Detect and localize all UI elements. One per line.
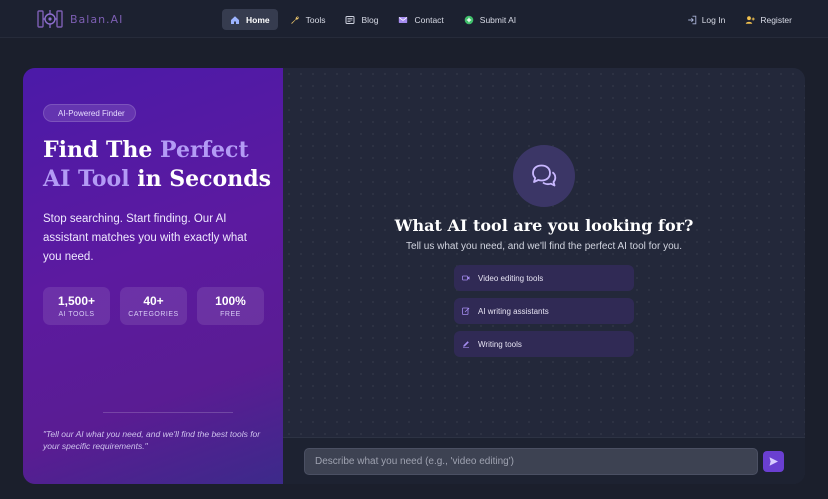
envelope-icon — [399, 16, 408, 23]
nav-tools[interactable]: Tools — [282, 9, 334, 30]
nav-submit-ai-label: Submit AI — [479, 14, 517, 25]
plus-circle-icon — [464, 15, 474, 24]
chat-bubbles-icon — [513, 145, 575, 207]
edit-icon — [462, 307, 470, 315]
suggestion-list: Video editing tools AI writing assistant… — [454, 265, 634, 364]
wrench-icon — [290, 15, 299, 24]
describe-input[interactable] — [304, 448, 758, 475]
finder-title: What AI tool are you looking for? — [394, 216, 694, 235]
chat-panel: What AI tool are you looking for? Tell u… — [283, 68, 805, 484]
nav-contact[interactable]: Contact — [390, 9, 451, 30]
send-button[interactable] — [763, 451, 784, 472]
stat-label: FREE — [220, 311, 241, 318]
headline-part1: Find The — [43, 137, 161, 163]
nav-home-label: Home — [246, 14, 270, 25]
nav-blog-label: Blog — [361, 14, 379, 25]
hero-quote: "Tell our AI what you need, and we'll fi… — [43, 429, 261, 451]
navbar: Balan.AI Home Tools Blog Contact Submit … — [0, 0, 828, 38]
brain-circuit-icon — [37, 10, 63, 28]
nav-home[interactable]: Home — [222, 9, 278, 30]
stat-ai-tools: 1,500+ AI TOOLS — [43, 287, 110, 325]
ai-powered-badge: AI-Powered Finder — [43, 104, 136, 122]
user-plus-icon — [746, 15, 756, 24]
home-icon — [231, 15, 239, 24]
stat-value: 100% — [215, 294, 246, 308]
login-link[interactable]: Log In — [687, 9, 726, 30]
divider — [103, 412, 233, 413]
newspaper-icon — [345, 15, 355, 24]
stat-free: 100% FREE — [197, 287, 264, 325]
hero-panel: AI-Powered Finder Find The Perfect AI To… — [23, 68, 283, 484]
stats-row: 1,500+ AI TOOLS 40+ CATEGORIES 100% FREE — [43, 287, 274, 325]
stat-label: CATEGORIES — [128, 311, 179, 318]
nav-blog[interactable]: Blog — [337, 9, 386, 30]
register-label: Register — [760, 14, 792, 25]
stat-categories: 40+ CATEGORIES — [120, 287, 187, 325]
login-label: Log In — [701, 14, 726, 25]
video-icon — [462, 275, 470, 281]
finder-subtitle: Tell us what you need, and we'll find th… — [406, 241, 682, 252]
nav-contact-label: Contact — [414, 14, 444, 25]
suggestion-label: AI writing assistants — [478, 306, 549, 316]
stat-value: 40+ — [143, 294, 164, 308]
stat-label: AI TOOLS — [58, 311, 95, 318]
nav-submit-ai[interactable]: Submit AI — [456, 9, 524, 30]
brand-name: Balan.AI — [70, 12, 124, 26]
register-link[interactable]: Register — [745, 9, 792, 30]
brand[interactable]: Balan.AI — [36, 8, 123, 30]
nav-tools-label: Tools — [305, 14, 326, 25]
headline-part2: in Seconds — [129, 166, 271, 192]
auth-links: Log In Register — [667, 9, 792, 30]
pen-icon — [463, 341, 469, 348]
suggestion-video-editing[interactable]: Video editing tools — [454, 265, 634, 291]
chat-input-bar — [283, 437, 805, 484]
suggestion-writing-tools[interactable]: Writing tools — [454, 331, 634, 357]
hero-subtitle: Stop searching. Start finding. Our AI as… — [43, 213, 247, 263]
main-nav: Home Tools Blog Contact Submit AI — [222, 9, 528, 30]
hero-headline: Find The Perfect AI Tool in Seconds — [43, 136, 273, 194]
suggestion-ai-writing[interactable]: AI writing assistants — [454, 298, 634, 324]
suggestion-label: Video editing tools — [478, 273, 544, 283]
login-icon — [687, 15, 696, 24]
stat-value: 1,500+ — [57, 294, 96, 308]
suggestion-label: Writing tools — [478, 339, 522, 349]
finder-card: AI-Powered Finder Find The Perfect AI To… — [23, 68, 805, 484]
send-icon — [769, 457, 778, 466]
